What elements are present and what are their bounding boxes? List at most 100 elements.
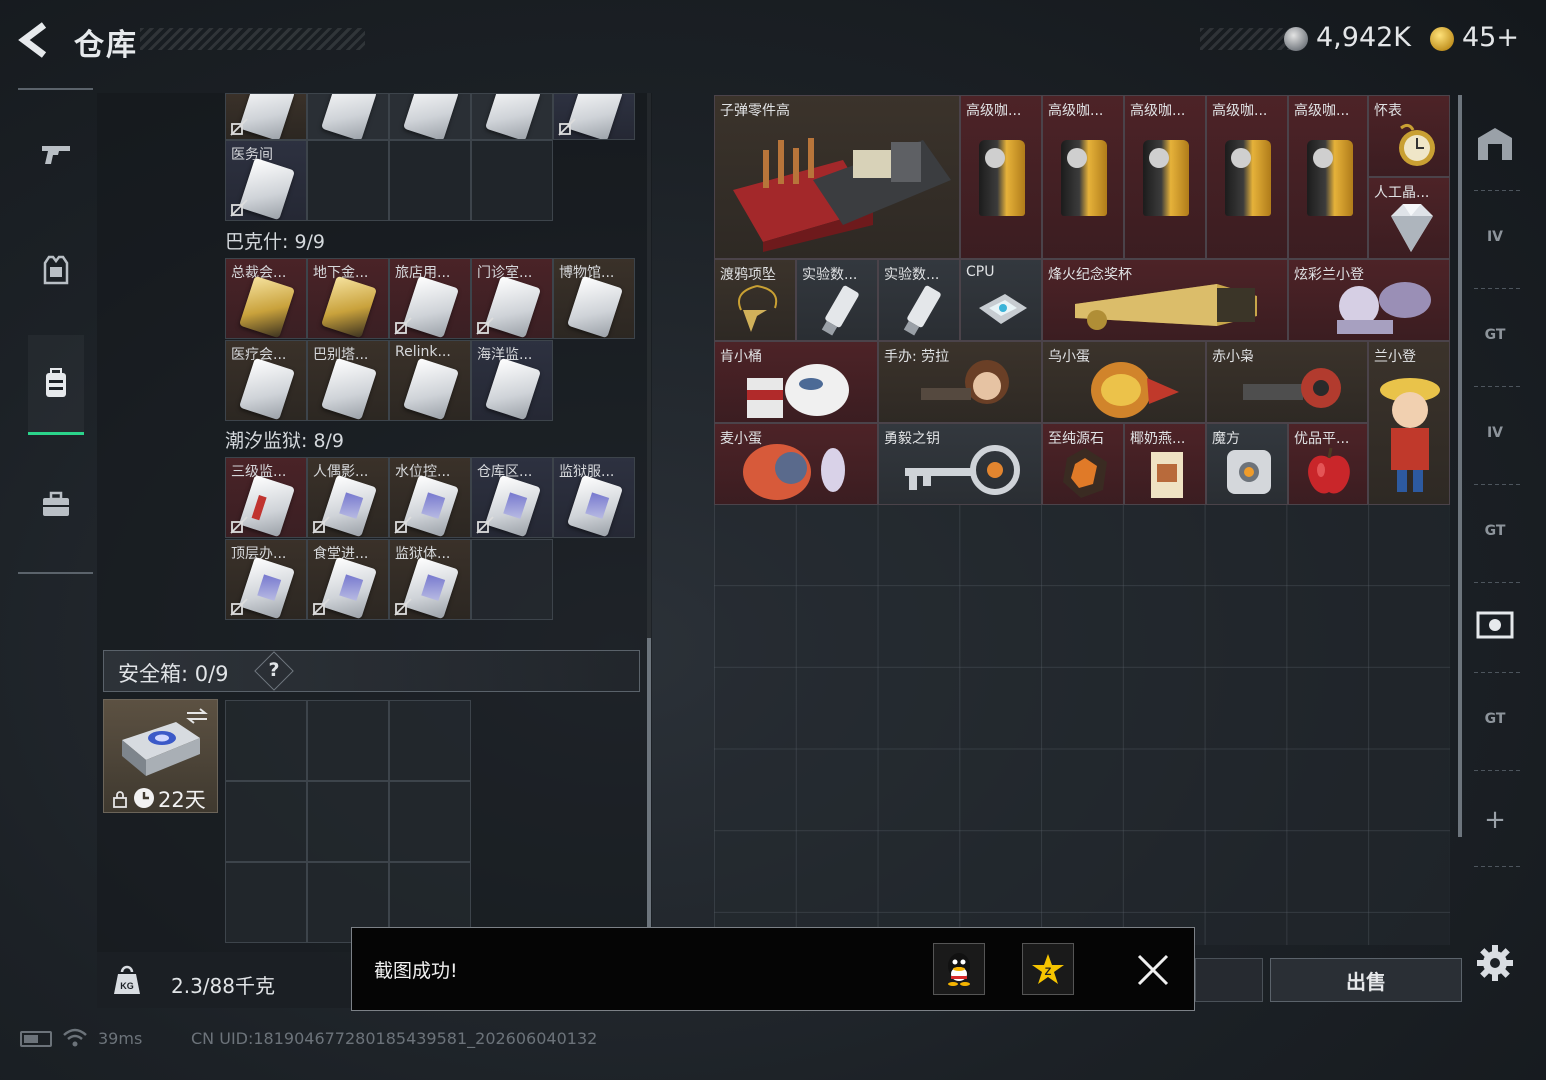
- warehouse-item[interactable]: 魔方: [1206, 423, 1288, 505]
- keycard-slot[interactable]: 门诊室...: [471, 258, 553, 339]
- nav-item-weapons[interactable]: [28, 103, 84, 203]
- rail-warehouse-tab-active[interactable]: [1470, 600, 1520, 650]
- no-bind-icon: [230, 516, 248, 534]
- keycard-icon: [402, 357, 460, 420]
- no-bind-icon: [476, 516, 494, 534]
- action-button[interactable]: [1195, 958, 1263, 1002]
- keycard-slot[interactable]: 总裁会...: [225, 258, 307, 339]
- item-label: 高级咖...: [1212, 103, 1268, 119]
- warehouse-item[interactable]: 勇毅之钥: [878, 423, 1042, 505]
- warehouse-item[interactable]: 高级咖...: [960, 95, 1042, 259]
- add-tab-button[interactable]: +: [1470, 795, 1520, 845]
- rail-warehouse-tab[interactable]: IV: [1470, 212, 1520, 262]
- rail-warehouse-main[interactable]: [1470, 120, 1520, 170]
- keycard-slot[interactable]: 水位控...: [389, 457, 471, 538]
- keycard-slot[interactable]: 顶层办...: [225, 539, 307, 620]
- keycard-slot[interactable]: 海洋监...: [471, 340, 553, 421]
- warehouse-item[interactable]: 高级咖...: [1042, 95, 1124, 259]
- usb-drive-icon: [903, 285, 941, 336]
- warehouse-item[interactable]: 椰奶燕...: [1124, 423, 1206, 505]
- empty-slot[interactable]: [389, 140, 471, 221]
- empty-slot[interactable]: [389, 781, 471, 862]
- warehouse-item[interactable]: CPU: [960, 259, 1042, 341]
- keycard-slot[interactable]: 医务间: [225, 140, 307, 221]
- nav-item-supplies[interactable]: [28, 455, 84, 555]
- rail-warehouse-tab[interactable]: GT: [1470, 506, 1520, 556]
- warehouse-item[interactable]: 高级咖...: [1206, 95, 1288, 259]
- warehouse-item[interactable]: 子弹零件高: [714, 95, 960, 259]
- warehouse-item[interactable]: 乌小蛋: [1042, 341, 1206, 423]
- figurine-icon: [1337, 282, 1431, 334]
- swap-icon[interactable]: [185, 706, 209, 726]
- keycard-slot[interactable]: 监狱体...: [389, 539, 471, 620]
- warehouse-item[interactable]: 怀表: [1368, 95, 1450, 177]
- keycard-icon: [566, 275, 624, 338]
- empty-slot[interactable]: [307, 700, 389, 781]
- warehouse-item[interactable]: 赤小枭: [1206, 341, 1368, 423]
- warehouse-item[interactable]: 人工晶...: [1368, 177, 1450, 259]
- nav-item-equipment[interactable]: [28, 220, 84, 320]
- keycard-slot[interactable]: 医疗会...: [225, 340, 307, 421]
- keycard-slot[interactable]: [225, 93, 307, 140]
- warehouse-item[interactable]: 高级咖...: [1124, 95, 1206, 259]
- warehouse-item[interactable]: 肯小桶: [714, 341, 878, 423]
- keycard-slot[interactable]: [471, 93, 553, 140]
- empty-slot[interactable]: [225, 700, 307, 781]
- keycard-slot[interactable]: 监狱服...: [553, 457, 635, 538]
- share-qzone-button[interactable]: Z: [1022, 943, 1074, 995]
- no-bind-icon: [230, 598, 248, 616]
- rail-divider: [1474, 770, 1522, 771]
- warehouse-item[interactable]: 至纯源石: [1042, 423, 1124, 505]
- empty-slot[interactable]: [471, 140, 553, 221]
- back-arrow-icon[interactable]: [14, 20, 56, 60]
- keycard-slot[interactable]: 博物馆...: [553, 258, 635, 339]
- warehouse-item[interactable]: 实验数...: [878, 259, 960, 341]
- rail-warehouse-tab[interactable]: GT: [1470, 310, 1520, 360]
- nav-divider: [18, 572, 93, 574]
- warehouse-item[interactable]: 渡鸦项坠: [714, 259, 796, 341]
- no-bind-icon: [394, 317, 412, 335]
- empty-slot[interactable]: [225, 781, 307, 862]
- item-label: 兰小登: [1374, 349, 1416, 365]
- keycard-slot[interactable]: 地下金...: [307, 258, 389, 339]
- keycard-slot[interactable]: 仓库区...: [471, 457, 553, 538]
- empty-slot[interactable]: [225, 862, 307, 943]
- scrollbar[interactable]: [1458, 95, 1462, 837]
- warehouse-item[interactable]: 烽火纪念奖杯: [1042, 259, 1288, 341]
- empty-slot[interactable]: [471, 539, 553, 620]
- nav-item-backpack[interactable]: [28, 335, 84, 435]
- warehouse-item[interactable]: 高级咖...: [1288, 95, 1368, 259]
- close-icon[interactable]: [1133, 950, 1173, 990]
- empty-slot[interactable]: [389, 700, 471, 781]
- help-icon[interactable]: ?: [266, 659, 282, 681]
- keycard-slot[interactable]: 巴别塔...: [307, 340, 389, 421]
- keycard-slot[interactable]: 旅店用...: [389, 258, 471, 339]
- keycard-slot[interactable]: [389, 93, 471, 140]
- gear-icon[interactable]: [1474, 942, 1516, 984]
- rail-warehouse-tab[interactable]: GT: [1470, 694, 1520, 744]
- coffee-bag-icon: [1061, 140, 1107, 216]
- keycard-slot[interactable]: [553, 93, 635, 140]
- warehouse-item[interactable]: 实验数...: [796, 259, 878, 341]
- keycard-slot[interactable]: Relink...: [389, 340, 471, 421]
- no-bind-icon: [312, 516, 330, 534]
- item-label: 高级咖...: [1048, 103, 1104, 119]
- empty-slot[interactable]: [307, 781, 389, 862]
- warehouse-item[interactable]: 手办: 劳拉: [878, 341, 1042, 423]
- silver-currency[interactable]: 4,942K: [1316, 22, 1411, 53]
- keycard-slot[interactable]: 食堂进...: [307, 539, 389, 620]
- keycard-slot[interactable]: [307, 93, 389, 140]
- share-qq-button[interactable]: [933, 943, 985, 995]
- warehouse-item[interactable]: 优品平...: [1288, 423, 1368, 505]
- warehouse-item[interactable]: 兰小登: [1368, 341, 1450, 505]
- gold-currency[interactable]: 45+: [1462, 22, 1519, 53]
- rail-warehouse-tab[interactable]: IV: [1470, 408, 1520, 458]
- scrollbar[interactable]: [647, 638, 651, 928]
- empty-slot[interactable]: [307, 140, 389, 221]
- warehouse-item[interactable]: 麦小蛋: [714, 423, 878, 505]
- sell-button[interactable]: 出售: [1270, 958, 1462, 1002]
- keycard-slot[interactable]: 人偶影...: [307, 457, 389, 538]
- warehouse-item[interactable]: 炫彩兰小登: [1288, 259, 1450, 341]
- qq-icon: [948, 953, 970, 986]
- keycard-slot[interactable]: 三级监...: [225, 457, 307, 538]
